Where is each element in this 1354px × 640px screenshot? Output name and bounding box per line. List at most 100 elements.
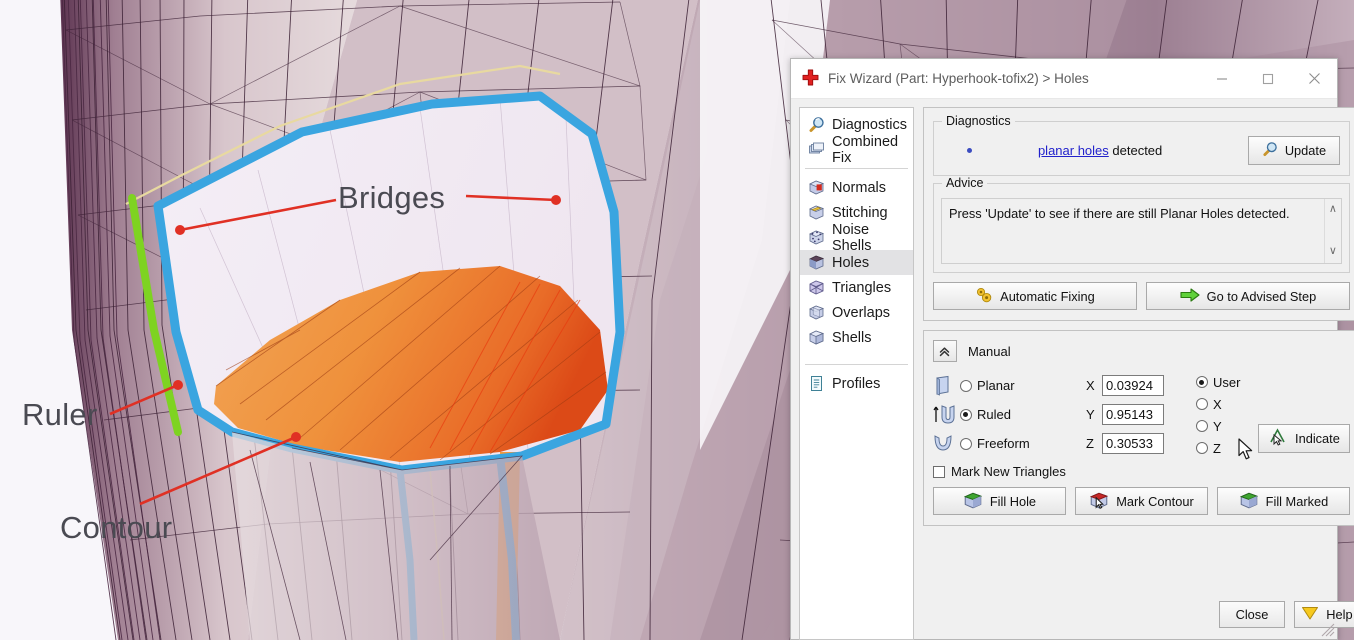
axis-option-user[interactable]: User bbox=[1195, 371, 1258, 393]
axis-option-z-label: Z bbox=[1212, 440, 1221, 456]
sidebar-label: Normals bbox=[832, 179, 886, 196]
radio-user[interactable] bbox=[1195, 376, 1208, 388]
advice-text: Press 'Update' to see if there are still… bbox=[948, 206, 1290, 221]
coord-input-x[interactable] bbox=[1101, 375, 1164, 396]
diagnostics-legend: Diagnostics bbox=[941, 114, 1015, 128]
close-button[interactable]: Close bbox=[1218, 601, 1285, 628]
diagnostics-message: planar holes detected bbox=[1038, 143, 1162, 158]
leader-dot-bridges-right bbox=[551, 195, 561, 205]
indicate-button[interactable]: Indicate bbox=[1257, 424, 1350, 453]
manual-header-label: Manual bbox=[967, 343, 1011, 359]
dialog-footer: Close Help bbox=[923, 601, 1354, 639]
dialog-titlebar[interactable]: Fix Wizard (Part: Hyperhook-tofix2) > Ho… bbox=[791, 59, 1337, 99]
coord-input-z[interactable] bbox=[1101, 433, 1164, 454]
automatic-fixing-button[interactable]: Automatic Fixing bbox=[932, 282, 1137, 310]
dice-icon bbox=[808, 229, 825, 246]
axis-option-y[interactable]: Y bbox=[1195, 415, 1258, 437]
surface-type-group: Planar Ruled Freeform bbox=[933, 371, 1086, 458]
stack-icon bbox=[808, 141, 825, 158]
cube-red-top-cursor-icon bbox=[1089, 490, 1109, 513]
cube-dark-icon bbox=[808, 254, 825, 271]
axis-option-x-label: X bbox=[1212, 396, 1222, 412]
surface-type-planar-label: Planar bbox=[976, 378, 1015, 393]
sidebar-item-combined-fix[interactable]: Combined Fix bbox=[800, 134, 913, 166]
sidebar-item-profiles[interactable]: Profiles bbox=[800, 371, 913, 396]
help-button-label: Help bbox=[1326, 607, 1353, 622]
sidebar-label: Holes bbox=[832, 254, 870, 271]
surface-type-planar[interactable]: Planar bbox=[933, 371, 1086, 400]
sidebar-label: Triangles bbox=[832, 279, 892, 296]
cube-green-top-icon bbox=[1239, 490, 1259, 513]
fix-wizard-dialog[interactable]: Fix Wizard (Part: Hyperhook-tofix2) > Ho… bbox=[790, 58, 1354, 640]
maximize-button[interactable] bbox=[1245, 59, 1291, 98]
go-to-advised-step-button[interactable]: Go to Advised Step bbox=[1145, 282, 1350, 310]
resize-grip[interactable] bbox=[1321, 623, 1335, 637]
double-chevron-up-icon[interactable] bbox=[932, 340, 957, 362]
annotation-bridges: Bridges bbox=[338, 180, 446, 215]
fill-hole-button[interactable]: Fill Hole bbox=[932, 487, 1066, 515]
sidebar-item-normals[interactable]: Normals bbox=[800, 175, 913, 200]
sidebar-item-holes[interactable]: Holes bbox=[800, 250, 913, 275]
planar-holes-link[interactable]: planar holes bbox=[1038, 143, 1109, 158]
minimize-button[interactable] bbox=[1199, 59, 1245, 98]
mark-new-triangles-row[interactable]: Mark New Triangles bbox=[932, 464, 1350, 479]
pointer-indicate-icon bbox=[1268, 427, 1288, 450]
dialog-title: Fix Wizard (Part: Hyperhook-tofix2) > Ho… bbox=[828, 71, 1089, 86]
fill-buttons-row: Fill Hole Mark Contour Fill Marked bbox=[932, 487, 1350, 515]
radio-axis-x[interactable] bbox=[1195, 398, 1208, 410]
sidebar-item-noise-shells[interactable]: Noise Shells bbox=[800, 222, 913, 254]
magnifier-icon bbox=[1262, 141, 1278, 160]
radio-planar[interactable] bbox=[959, 379, 972, 392]
sidebar-label: Noise Shells bbox=[832, 221, 872, 254]
close-window-icon[interactable] bbox=[1291, 59, 1337, 98]
advice-group: Advice Press 'Update' to see if there ar… bbox=[932, 176, 1350, 273]
axis-mode-group: User X Y Z bbox=[1195, 371, 1258, 459]
diagnostics-panel: Diagnostics planar holes detected Update… bbox=[922, 107, 1354, 321]
wizard-sidebar[interactable]: Diagnostics Combined Fix Normals Stitchi… bbox=[799, 107, 914, 640]
axis-option-x[interactable]: X bbox=[1195, 393, 1258, 415]
mark-new-triangles-label: Mark New Triangles bbox=[950, 464, 1066, 479]
coord-input-y[interactable] bbox=[1101, 404, 1164, 425]
manual-header: Manual bbox=[932, 340, 1350, 362]
mark-new-triangles-checkbox[interactable] bbox=[932, 465, 945, 478]
scroll-down-icon[interactable]: ∨ bbox=[1329, 244, 1337, 260]
axis-option-user-label: User bbox=[1212, 374, 1241, 390]
radio-axis-z[interactable] bbox=[1195, 442, 1208, 454]
action-buttons-row: Automatic Fixing Go to Advised Step bbox=[932, 282, 1350, 310]
sidebar-label: Combined Fix bbox=[832, 133, 899, 166]
radio-freeform[interactable] bbox=[959, 437, 972, 450]
sidebar-item-shells[interactable]: Shells bbox=[800, 325, 913, 350]
sidebar-item-triangles[interactable]: Triangles bbox=[800, 275, 913, 300]
coordinate-inputs: X Y Z bbox=[1086, 371, 1194, 458]
sidebar-label: Profiles bbox=[832, 375, 881, 392]
planar-surface-icon bbox=[933, 375, 955, 397]
coord-row-y: Y bbox=[1086, 400, 1194, 429]
axis-option-z[interactable]: Z bbox=[1195, 437, 1258, 459]
annotation-ruler: Ruler bbox=[22, 397, 98, 432]
radio-axis-y[interactable] bbox=[1195, 420, 1208, 432]
advice-scrollbar[interactable]: ∧ ∨ bbox=[1323, 199, 1341, 263]
manual-controls: Planar Ruled Freeform X 0.03924 Y 0.9514… bbox=[933, 371, 1350, 459]
coord-row-z: Z bbox=[1086, 429, 1194, 458]
automatic-fixing-label: Automatic Fixing bbox=[1000, 288, 1095, 304]
yellow-triangle-icon bbox=[1301, 605, 1319, 624]
radio-ruled[interactable] bbox=[959, 408, 972, 421]
mark-contour-button[interactable]: Mark Contour bbox=[1074, 487, 1208, 515]
cube-red-icon bbox=[808, 179, 825, 196]
sidebar-item-overlaps[interactable]: Overlaps bbox=[800, 300, 913, 325]
update-button[interactable]: Update bbox=[1247, 135, 1340, 165]
close-button-label: Close bbox=[1235, 607, 1269, 622]
surface-type-ruled[interactable]: Ruled bbox=[933, 400, 1086, 429]
fill-marked-button[interactable]: Fill Marked bbox=[1216, 487, 1350, 515]
cube-yellow-icon bbox=[808, 204, 825, 221]
surface-type-freeform[interactable]: Freeform bbox=[933, 429, 1086, 458]
sidebar-divider-1 bbox=[805, 168, 908, 169]
scroll-up-icon[interactable]: ∧ bbox=[1329, 202, 1337, 218]
sidebar-divider-2 bbox=[805, 364, 908, 365]
freeform-surface-icon bbox=[933, 433, 955, 455]
axis-label-x: X bbox=[1085, 378, 1095, 393]
axis-label-z: Z bbox=[1085, 436, 1094, 451]
axis-label-y: Y bbox=[1085, 407, 1095, 422]
annotation-contour: Contour bbox=[60, 510, 173, 545]
document-icon bbox=[808, 375, 825, 392]
